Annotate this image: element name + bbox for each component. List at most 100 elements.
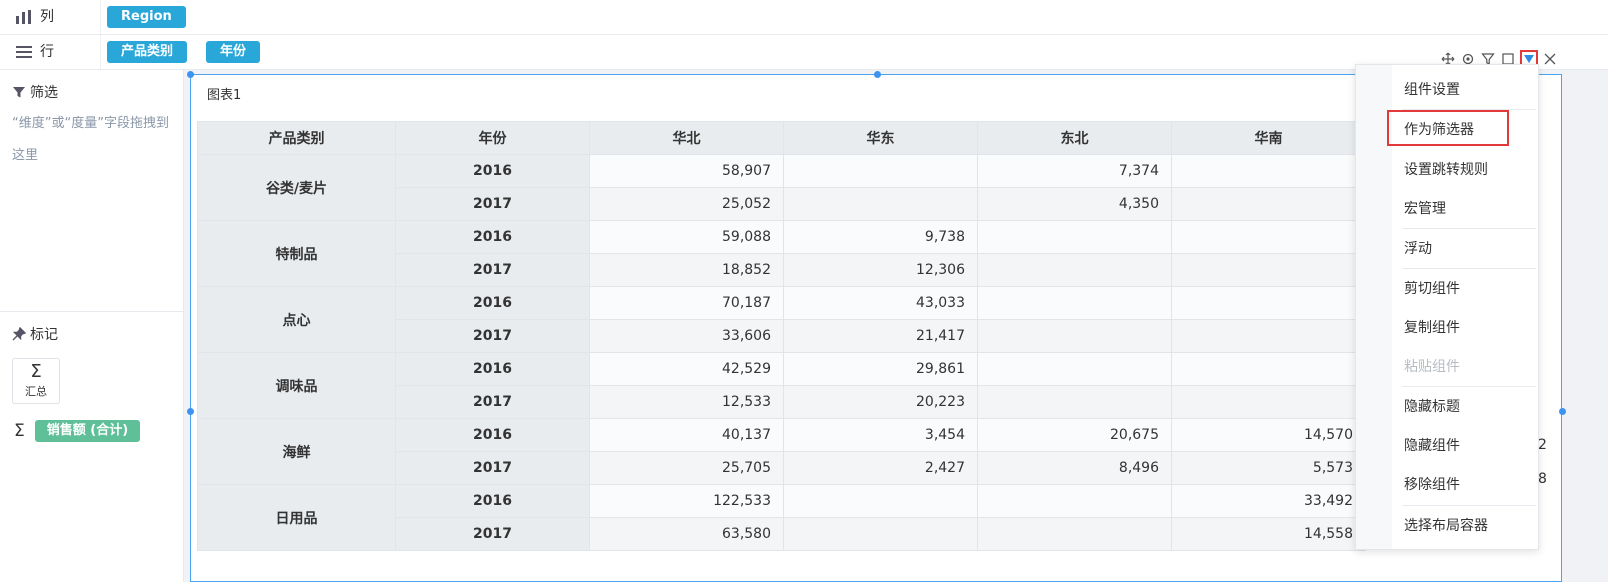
category-cell[interactable]: 海鲜 bbox=[197, 418, 396, 485]
value-cell[interactable]: 3,454 bbox=[783, 418, 978, 452]
value-cell[interactable]: 42,529 bbox=[589, 352, 784, 386]
value-cell[interactable]: 33,492 bbox=[1171, 484, 1366, 518]
resize-handle-left[interactable] bbox=[187, 408, 194, 415]
column-field-pill-region[interactable]: Region bbox=[107, 6, 186, 28]
menu-item-copy[interactable]: 复制组件 bbox=[1404, 309, 1530, 347]
table-header-row: 产品类别 年份 华北 华东 东北 华南 bbox=[197, 121, 1366, 155]
value-cell[interactable] bbox=[977, 286, 1172, 320]
value-cell[interactable] bbox=[977, 484, 1172, 518]
value-cell[interactable]: 43,033 bbox=[783, 286, 978, 320]
menu-item-hide-title[interactable]: 隐藏标题 bbox=[1404, 388, 1530, 426]
year-cell[interactable]: 2017 bbox=[395, 187, 590, 221]
value-cell[interactable] bbox=[783, 484, 978, 518]
menu-item-jump-rules[interactable]: 设置跳转规则 bbox=[1404, 151, 1530, 189]
year-cell[interactable]: 2017 bbox=[395, 517, 590, 551]
year-cell[interactable]: 2017 bbox=[395, 253, 590, 287]
value-cell[interactable]: 25,705 bbox=[589, 451, 784, 485]
value-cell[interactable]: 70,187 bbox=[589, 286, 784, 320]
close-icon[interactable] bbox=[1542, 51, 1558, 67]
category-cell[interactable]: 谷类/麦片 bbox=[197, 154, 396, 221]
value-cell[interactable]: 21,417 bbox=[783, 319, 978, 353]
year-cell[interactable]: 2017 bbox=[395, 385, 590, 419]
year-cell[interactable]: 2017 bbox=[395, 451, 590, 485]
resize-handle-right[interactable] bbox=[1559, 408, 1566, 415]
value-cell[interactable]: 29,861 bbox=[783, 352, 978, 386]
table-row: 点心 2016 70,187 43,033 bbox=[197, 286, 1366, 353]
value-cell[interactable]: 58,907 bbox=[589, 154, 784, 188]
value-cell[interactable] bbox=[1171, 187, 1366, 221]
menu-item-component-settings[interactable]: 组件设置 bbox=[1404, 71, 1530, 109]
value-cell[interactable] bbox=[783, 517, 978, 551]
value-cell[interactable] bbox=[1171, 352, 1366, 386]
columns-label: 列 bbox=[40, 9, 54, 25]
filter-drop-hint[interactable]: “维度”或“度量”字段拖拽到这里 bbox=[12, 108, 172, 172]
widget-title[interactable]: 图表1 bbox=[207, 86, 241, 106]
value-cell[interactable]: 18,852 bbox=[589, 253, 784, 287]
value-cell[interactable]: 2,427 bbox=[783, 451, 978, 485]
value-cell[interactable] bbox=[1171, 385, 1366, 419]
value-cell[interactable] bbox=[1171, 253, 1366, 287]
value-cell[interactable]: 63,580 bbox=[589, 517, 784, 551]
category-cell[interactable]: 点心 bbox=[197, 286, 396, 353]
row-field-pill-category[interactable]: 产品类别 bbox=[107, 41, 188, 63]
menu-item-select-layout-container[interactable]: 选择布局容器 bbox=[1404, 507, 1530, 545]
resize-handle-top-left[interactable] bbox=[187, 71, 194, 78]
value-cell[interactable]: 20,675 bbox=[977, 418, 1172, 452]
resize-handle-top[interactable] bbox=[874, 71, 881, 78]
value-cell[interactable]: 25,052 bbox=[589, 187, 784, 221]
year-cell[interactable]: 2017 bbox=[395, 319, 590, 353]
menu-item-hide-component[interactable]: 隐藏组件 bbox=[1404, 427, 1530, 465]
year-cell[interactable]: 2016 bbox=[395, 418, 590, 452]
value-cell[interactable] bbox=[977, 385, 1172, 419]
value-cell[interactable]: 14,570 bbox=[1171, 418, 1366, 452]
value-cell[interactable]: 5,573 bbox=[1171, 451, 1366, 485]
header-northeast[interactable]: 东北 bbox=[977, 121, 1172, 155]
value-cell[interactable]: 33,606 bbox=[589, 319, 784, 353]
row-field-pill-year[interactable]: 年份 bbox=[206, 41, 261, 63]
header-category[interactable]: 产品类别 bbox=[197, 121, 396, 155]
value-cell[interactable] bbox=[977, 352, 1172, 386]
value-cell[interactable]: 59,088 bbox=[589, 220, 784, 254]
value-cell[interactable] bbox=[977, 517, 1172, 551]
value-cell[interactable]: 20,223 bbox=[783, 385, 978, 419]
value-cell[interactable] bbox=[977, 253, 1172, 287]
header-south[interactable]: 华南 bbox=[1171, 121, 1366, 155]
value-cell[interactable]: 12,533 bbox=[589, 385, 784, 419]
menu-item-macro[interactable]: 宏管理 bbox=[1404, 190, 1530, 228]
menu-item-cut[interactable]: 剪切组件 bbox=[1404, 270, 1530, 308]
value-cell[interactable]: 8,496 bbox=[977, 451, 1172, 485]
category-cell[interactable]: 日用品 bbox=[197, 484, 396, 551]
value-cell[interactable] bbox=[1171, 286, 1366, 320]
category-cell[interactable]: 特制品 bbox=[197, 220, 396, 287]
year-cell[interactable]: 2016 bbox=[395, 220, 590, 254]
value-cell[interactable]: 14,558 bbox=[1171, 517, 1366, 551]
value-cell[interactable]: 9,738 bbox=[783, 220, 978, 254]
value-cell[interactable] bbox=[1171, 319, 1366, 353]
value-cell[interactable] bbox=[1171, 154, 1366, 188]
value-cell[interactable]: 40,137 bbox=[589, 418, 784, 452]
value-cell[interactable]: 12,306 bbox=[783, 253, 978, 287]
value-cell[interactable] bbox=[783, 154, 978, 188]
sigma-icon: Σ bbox=[30, 361, 42, 382]
summary-mark-button[interactable]: Σ 汇总 bbox=[12, 358, 60, 404]
year-cell[interactable]: 2016 bbox=[395, 484, 590, 518]
header-north[interactable]: 华北 bbox=[589, 121, 784, 155]
year-cell[interactable]: 2016 bbox=[395, 154, 590, 188]
menu-item-remove-component[interactable]: 移除组件 bbox=[1404, 466, 1530, 504]
value-cell[interactable] bbox=[977, 220, 1172, 254]
value-cell[interactable] bbox=[1171, 220, 1366, 254]
value-cell[interactable] bbox=[977, 319, 1172, 353]
year-cell[interactable]: 2016 bbox=[395, 286, 590, 320]
value-cell[interactable]: 7,374 bbox=[977, 154, 1172, 188]
year-cell[interactable]: 2016 bbox=[395, 352, 590, 386]
menu-item-float[interactable]: 浮动 bbox=[1404, 230, 1530, 268]
filter-label: 筛选 bbox=[30, 85, 58, 101]
value-cell[interactable]: 122,533 bbox=[589, 484, 784, 518]
measure-field-pill-sales[interactable]: 销售额 (合计) bbox=[34, 420, 141, 442]
header-year[interactable]: 年份 bbox=[395, 121, 590, 155]
header-east[interactable]: 华东 bbox=[783, 121, 978, 155]
category-cell[interactable]: 调味品 bbox=[197, 352, 396, 419]
value-cell[interactable] bbox=[783, 187, 978, 221]
menu-item-paste[interactable]: 粘贴组件 bbox=[1404, 348, 1530, 386]
value-cell[interactable]: 4,350 bbox=[977, 187, 1172, 221]
